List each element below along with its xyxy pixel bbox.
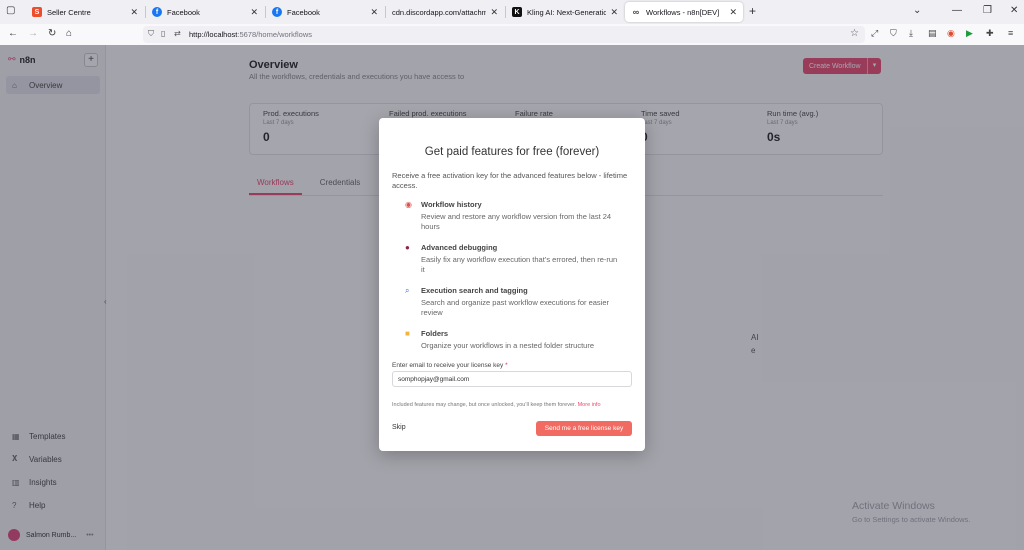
download-icon[interactable]: ⤓ xyxy=(909,28,913,39)
tab-title: Facebook xyxy=(167,7,200,17)
tab-title: Kling AI: Next-Generation AI Cr xyxy=(527,7,607,17)
pocket-icon[interactable]: ⛉ xyxy=(890,28,897,39)
tab-title: Seller Centre xyxy=(47,7,91,17)
feature-description: Organize your workflows in a nested fold… xyxy=(421,341,594,350)
modal-note: Included features may change, but once u… xyxy=(392,402,601,408)
extensions-puzzle-icon[interactable]: ✚ xyxy=(986,28,994,39)
more-info-link[interactable]: More info xyxy=(578,402,601,408)
close-window-icon[interactable]: ✕ xyxy=(1010,5,1018,16)
feature-title: Workflow history xyxy=(421,200,482,209)
magnifier-icon: ⌕ xyxy=(405,286,410,295)
feature-description: Review and restore any workflow version … xyxy=(421,212,612,231)
tab-discord-cdn[interactable]: cdn.discordapp.com/attachments/1 ✕ xyxy=(386,2,504,22)
tab-seller-centre[interactable]: S Seller Centre ✕ xyxy=(26,2,144,22)
url-path: :5678/home/workflows xyxy=(237,30,312,39)
skip-button[interactable]: Skip xyxy=(392,424,406,431)
play-icon[interactable]: ▶ xyxy=(966,28,973,39)
home-icon[interactable]: ⌂ xyxy=(66,28,72,39)
tab-title: Workflows - n8n[DEV] xyxy=(646,7,720,17)
bookmark-star-icon[interactable]: ☆ xyxy=(850,28,859,39)
facebook-icon: f xyxy=(152,7,162,17)
url-host: http://localhost xyxy=(189,30,238,39)
email-field-label: Enter email to receive your license key … xyxy=(392,362,508,369)
menu-icon[interactable]: ≡ xyxy=(1008,28,1013,38)
sidebar-icon[interactable]: ▤ xyxy=(928,28,937,39)
tab-list-icon[interactable]: ▢ xyxy=(6,5,15,16)
tab-facebook-2[interactable]: f Facebook ✕ xyxy=(266,2,384,22)
close-tab-icon[interactable]: ✕ xyxy=(370,7,378,18)
folder-icon: ■ xyxy=(405,329,410,338)
close-tab-icon[interactable]: ✕ xyxy=(729,7,737,18)
browser-tab-bar: ▢ S Seller Centre ✕ f Facebook ✕ f Faceb… xyxy=(0,0,1024,24)
url-bar[interactable]: ⛉ ▯ ⇄ http://localhost:5678/home/workflo… xyxy=(143,26,865,43)
permissions-icon[interactable]: ⇄ xyxy=(174,29,181,38)
alarm-icon: ◉ xyxy=(405,200,412,209)
facebook-icon: f xyxy=(272,7,282,17)
tab-kling-ai[interactable]: K Kling AI: Next-Generation AI Cr ✕ xyxy=(506,2,624,22)
close-tab-icon[interactable]: ✕ xyxy=(490,7,498,18)
maximize-icon[interactable]: ❐ xyxy=(983,5,992,16)
feature-title: Folders xyxy=(421,329,449,338)
email-label-text: Enter email to receive your license key xyxy=(392,362,504,369)
feature-description: Easily fix any workflow execution that’s… xyxy=(421,255,618,274)
tab-facebook-1[interactable]: f Facebook ✕ xyxy=(146,2,264,22)
back-arrow-icon[interactable]: ← xyxy=(8,28,18,39)
reload-icon[interactable]: ↻ xyxy=(48,28,56,39)
n8n-icon: ∞ xyxy=(632,7,640,17)
tab-overflow-chevron-icon[interactable]: ⌄ xyxy=(913,5,921,16)
email-field[interactable] xyxy=(392,371,632,387)
close-tab-icon[interactable]: ✕ xyxy=(610,7,618,18)
browser-nav-bar: ← → ↻ ⌂ ⛉ ▯ ⇄ http://localhost:5678/home… xyxy=(0,24,1024,45)
modal-intro: Receive a free activation key for the ad… xyxy=(392,171,628,190)
page-info-icon[interactable]: ▯ xyxy=(161,29,165,38)
modal-title: Get paid features for free (forever) xyxy=(424,146,600,158)
expand-icon[interactable]: ⤢ xyxy=(871,28,878,39)
feature-title: Execution search and tagging xyxy=(421,286,528,295)
shopee-icon: S xyxy=(32,7,42,17)
send-license-key-button[interactable]: Send me a free license key xyxy=(536,421,632,436)
paid-features-modal: Get paid features for free (forever) Rec… xyxy=(379,118,645,451)
feature-title: Advanced debugging xyxy=(421,243,498,252)
close-tab-icon[interactable]: ✕ xyxy=(250,7,258,18)
forward-arrow-icon[interactable]: → xyxy=(28,28,38,39)
note-text: Included features may change, but once u… xyxy=(392,402,577,408)
feature-description: Search and organize past workflow execut… xyxy=(421,298,610,317)
kling-icon: K xyxy=(512,7,522,17)
url-text: http://localhost:5678/home/workflows xyxy=(189,30,312,39)
tab-n8n-workflows[interactable]: ∞ Workflows - n8n[DEV] ✕ xyxy=(625,2,743,22)
shield-icon[interactable]: ⛉ xyxy=(148,29,154,39)
required-marker: * xyxy=(505,362,508,369)
extension-color-icon[interactable]: ◉ xyxy=(947,28,955,39)
tab-title: Facebook xyxy=(287,7,320,17)
new-tab-button[interactable]: + xyxy=(749,4,756,18)
close-tab-icon[interactable]: ✕ xyxy=(130,7,138,18)
tab-title: cdn.discordapp.com/attachments/1 xyxy=(392,7,487,17)
bug-icon: ● xyxy=(405,243,410,252)
minimize-icon[interactable]: — xyxy=(952,5,962,16)
